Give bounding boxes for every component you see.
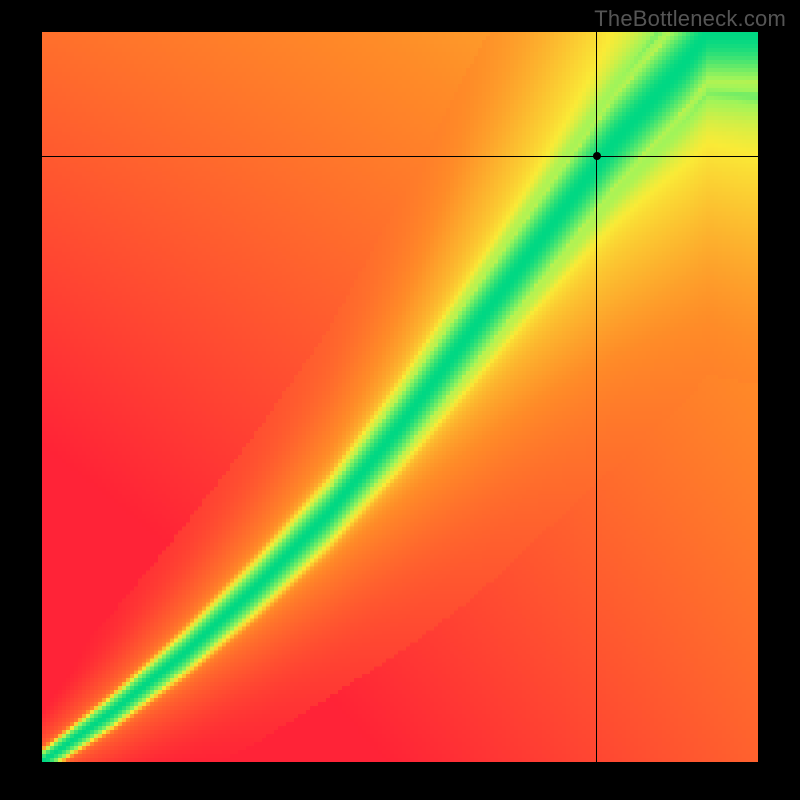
watermark-text: TheBottleneck.com: [594, 6, 786, 32]
heatmap-plot: [42, 32, 758, 762]
heatmap-canvas: [42, 32, 758, 762]
crosshair-horizontal: [42, 156, 758, 157]
crosshair-vertical: [596, 32, 597, 762]
selection-marker: [593, 152, 601, 160]
